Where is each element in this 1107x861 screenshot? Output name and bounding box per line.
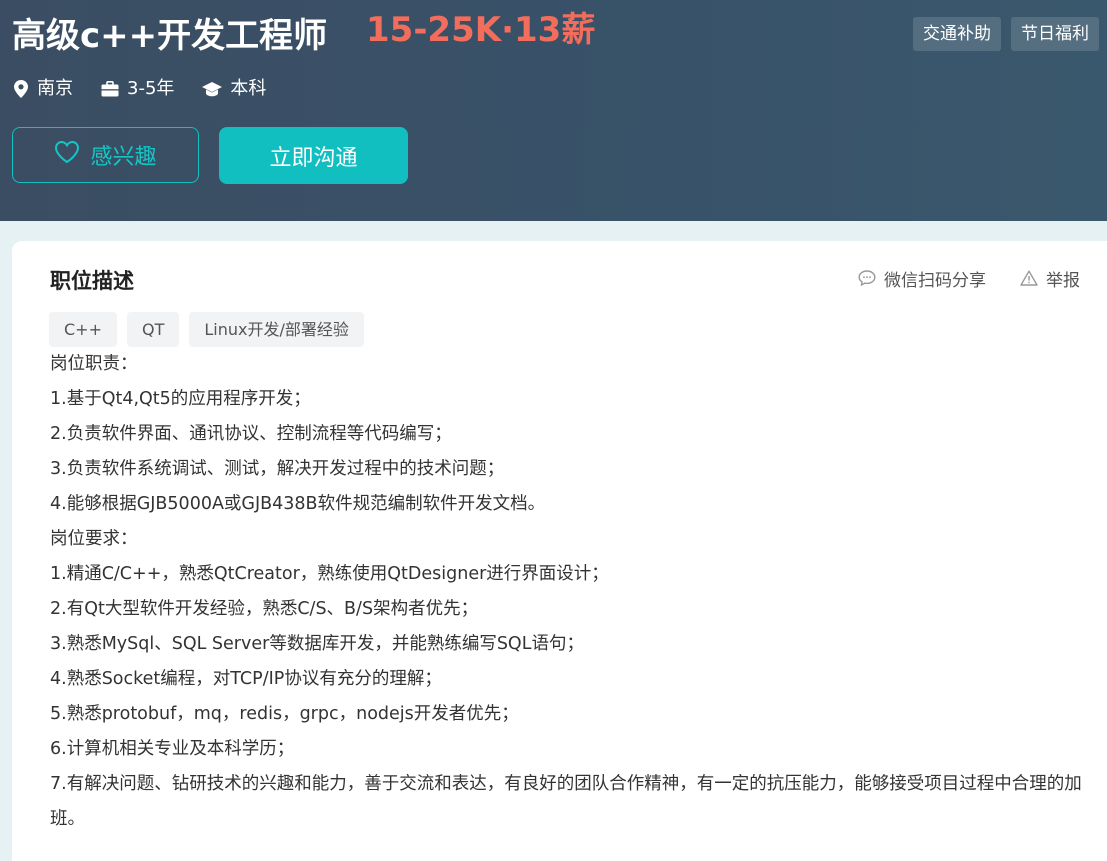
description-line: 7.有解决问题、钻研技术的兴趣和能力，善于交流和表达，有良好的团队合作精神，有一…: [50, 774, 1082, 829]
description-line: 6.计算机相关专业及本科学历；: [50, 739, 295, 759]
skill-tags: C++ QT Linux开发/部署经验: [49, 312, 364, 347]
description-line: 4.熟悉Socket编程，对TCP/IP协议有充分的理解；: [50, 669, 442, 689]
graduation-cap-icon: [202, 81, 223, 97]
job-experience: 3-5年: [101, 75, 174, 103]
card-actions: 微信扫码分享 举报: [858, 268, 1080, 294]
description-line: 岗位要求：: [50, 529, 138, 549]
salary: 15-25K·13薪: [366, 10, 596, 50]
description-line: 3.负责软件系统调试、测试，解决开发过程中的技术问题；: [50, 459, 505, 479]
warning-icon: [1020, 268, 1038, 294]
description-line: 5.熟悉protobuf，mq，redis，grpc，nodejs开发者优先；: [50, 704, 519, 724]
share-label: 微信扫码分享: [884, 271, 986, 291]
job-title: 高级c++开发工程师: [12, 16, 328, 56]
job-education: 本科: [202, 75, 266, 103]
skill-tag: C++: [49, 312, 117, 347]
report-link[interactable]: 举报: [1020, 268, 1080, 294]
description-line: 2.负责软件界面、通讯协议、控制流程等代码编写；: [50, 424, 452, 444]
benefit-tags: 交通补助 节日福利: [913, 17, 1099, 51]
job-location: 南京: [13, 75, 73, 103]
experience-text: 3-5年: [127, 78, 175, 99]
briefcase-icon: [101, 81, 119, 97]
chat-bubble-icon: [858, 268, 876, 294]
location-pin-icon: [13, 80, 29, 98]
description-line: 4.能够根据GJB5000A或GJB438B软件规范编制软件开发文档。: [50, 494, 546, 514]
job-description-text: 岗位职责： 1.基于Qt4,Qt5的应用程序开发； 2.负责软件界面、通讯协议、…: [50, 347, 1095, 837]
education-text: 本科: [230, 78, 267, 99]
skill-tag: QT: [126, 312, 180, 347]
section-title: 职位描述: [50, 269, 134, 293]
job-header: 高级c++开发工程师 15-25K·13薪 交通补助 节日福利 南京 3-5年 …: [0, 0, 1107, 221]
interest-label: 感兴趣: [90, 145, 157, 170]
description-line: 岗位职责：: [50, 354, 138, 374]
wechat-share-link[interactable]: 微信扫码分享: [858, 268, 986, 294]
description-line: 1.基于Qt4,Qt5的应用程序开发；: [50, 389, 311, 409]
description-line: 2.有Qt大型软件开发经验，熟悉C/S、B/S架构者优先；: [50, 599, 479, 619]
job-meta: 南京 3-5年 本科: [13, 75, 266, 103]
description-line: 1.精通C/C++，熟悉QtCreator，熟练使用QtDesigner进行界面…: [50, 564, 609, 584]
chat-now-button[interactable]: 立即沟通: [219, 127, 408, 184]
interest-button[interactable]: 感兴趣: [12, 127, 199, 183]
job-description-card: 职位描述 微信扫码分享 举报 C++ QT Linux开发/部署经验 岗位职责：…: [12, 241, 1107, 861]
benefit-tag: 节日福利: [1011, 17, 1099, 51]
location-text: 南京: [37, 78, 73, 99]
report-label: 举报: [1046, 271, 1080, 291]
skill-tag: Linux开发/部署经验: [189, 312, 364, 347]
benefit-tag: 交通补助: [913, 17, 1001, 51]
description-line: 3.熟悉MySql、SQL Server等数据库开发，并能熟练编写SQL语句；: [50, 634, 584, 654]
heart-icon: [54, 140, 80, 170]
